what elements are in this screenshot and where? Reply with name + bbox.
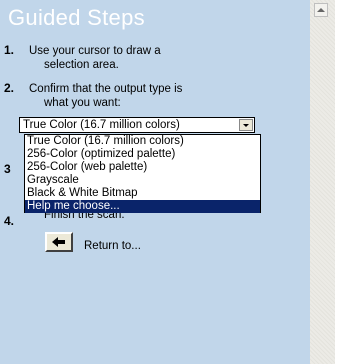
option-256-optimized[interactable]: 256-Color (optimized palette): [25, 148, 260, 161]
step-1-text-line-2: selection area.: [44, 59, 119, 71]
return-label: Return to...: [84, 240, 141, 252]
option-grayscale[interactable]: Grayscale: [25, 174, 260, 187]
option-256-web[interactable]: 256-Color (web palette): [25, 161, 260, 174]
step-1-number: 1.: [4, 43, 15, 57]
option-true-color[interactable]: True Color (16.7 million colors): [25, 135, 260, 148]
step-2-number: 2.: [4, 81, 15, 95]
scroll-up-arrow-icon: [317, 8, 325, 12]
guided-steps-panel: Guided Steps 1. Use your cursor to draw …: [0, 0, 310, 364]
step-2-text-line-2: what you want:: [44, 97, 121, 109]
output-type-select[interactable]: True Color (16.7 million colors): [19, 117, 255, 133]
output-type-dropdown-list: True Color (16.7 million colors) 256-Col…: [24, 134, 261, 213]
return-button[interactable]: [45, 232, 73, 252]
step-4-number: 4.: [4, 214, 15, 228]
option-black-white-bitmap[interactable]: Black & White Bitmap: [25, 187, 260, 200]
step-2-text-line-1: Confirm that the output type is: [29, 83, 183, 95]
chevron-down-icon: [243, 123, 249, 127]
scroll-up-button[interactable]: [314, 3, 328, 17]
step-1-text-line-1: Use your cursor to draw a: [29, 45, 161, 57]
step-3-number: 3: [4, 162, 11, 176]
panel-title: Guided Steps: [8, 5, 145, 30]
output-type-selected-value: True Color (16.7 million colors): [23, 119, 180, 131]
left-arrow-icon: [52, 237, 65, 247]
vertical-scrollbar[interactable]: [310, 0, 335, 364]
option-help-me-choose[interactable]: Help me choose...: [25, 200, 260, 213]
dropdown-button[interactable]: [239, 119, 253, 131]
